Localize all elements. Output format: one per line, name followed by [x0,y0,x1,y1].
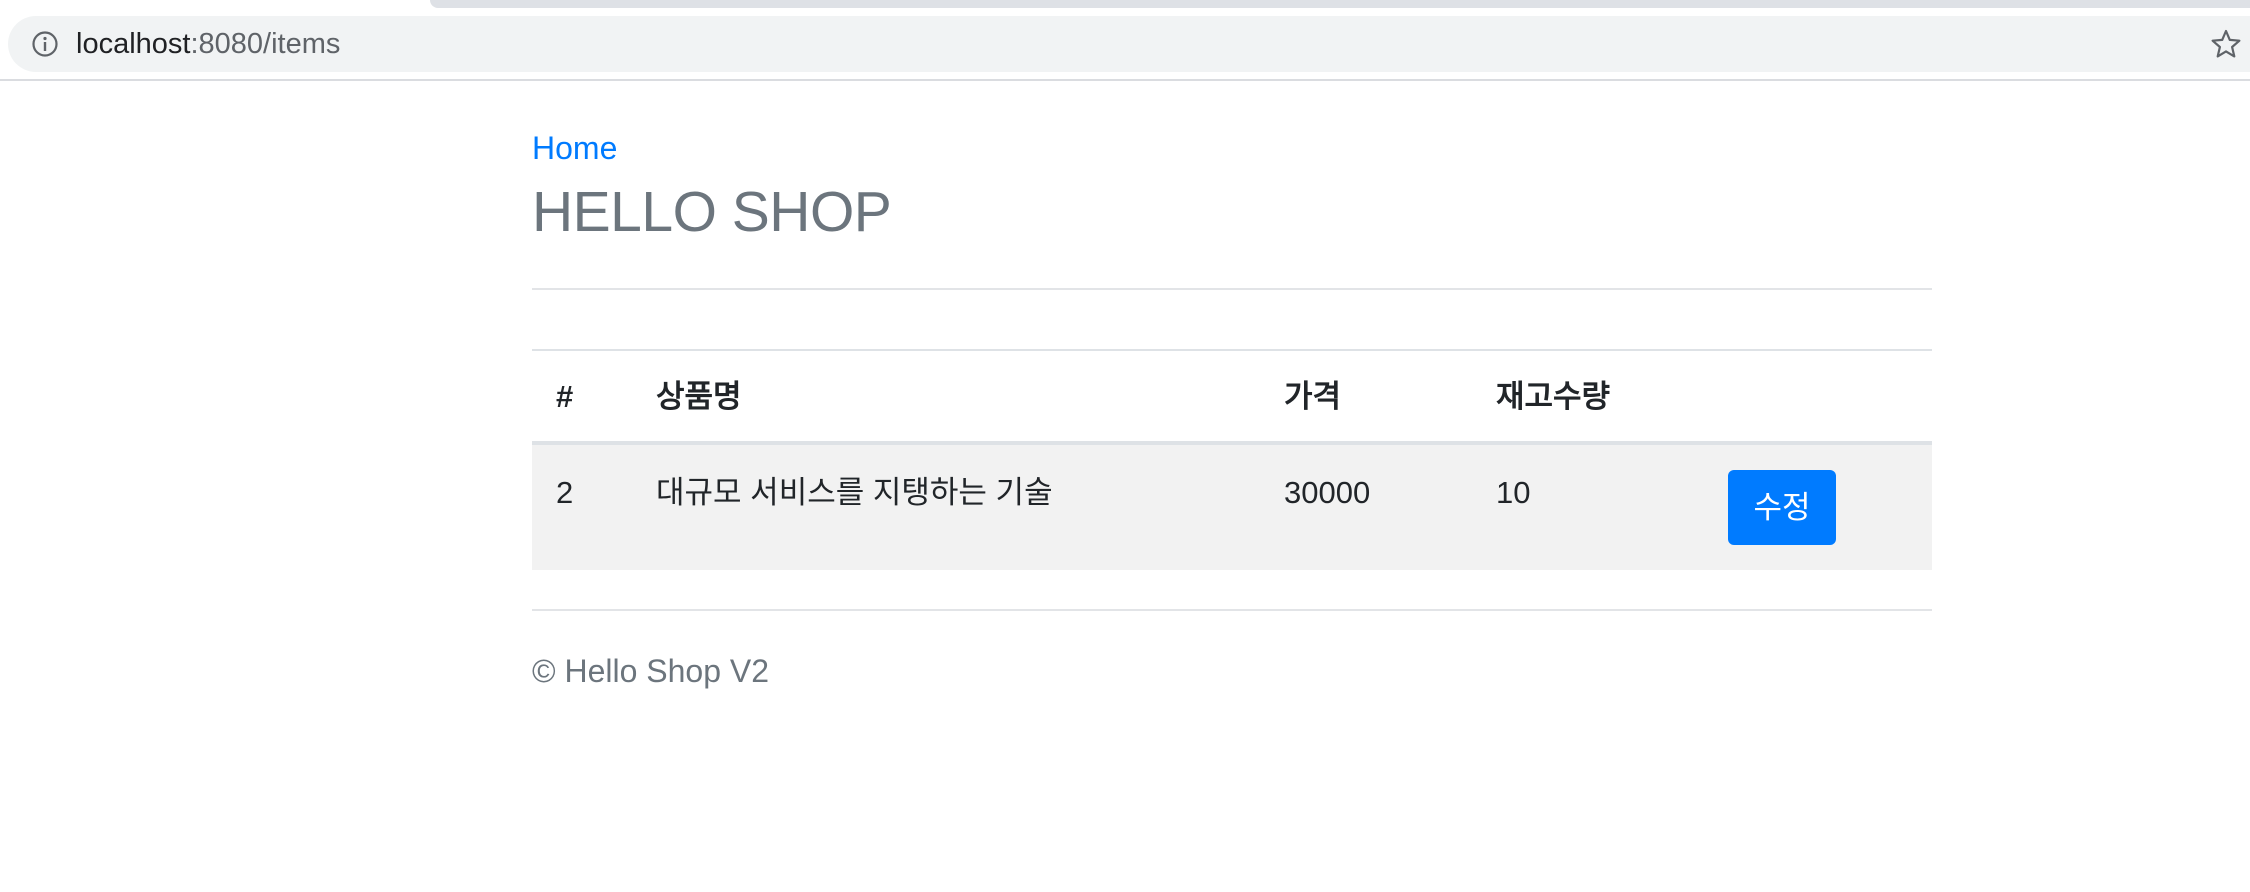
column-header-id: # [556,379,574,414]
item-id: 2 [556,475,574,510]
page-title: HELLO SHOP [532,180,892,244]
footer-divider [532,609,1932,611]
column-header-name: 상품명 [656,379,742,414]
column-header-price: 가격 [1284,379,1342,414]
url-path: :8080/items [190,28,341,60]
address-bar[interactable]: localhost:8080/items [8,16,2250,72]
table-header-row: # 상품명 가격 재고수량 [532,349,1932,445]
header-divider [532,288,1932,290]
home-link[interactable]: Home [532,128,617,168]
browser-chrome: localhost:8080/items [0,0,2250,81]
edit-button[interactable]: 수정 [1728,470,1836,545]
url-host: localhost [76,28,191,60]
info-icon[interactable] [31,30,59,58]
tab-strip-edge [430,0,2250,8]
item-name: 대규모 서비스를 지탱하는 기술 [656,475,1053,510]
footer-copyright: © Hello Shop V2 [532,653,770,689]
star-icon[interactable] [2210,28,2242,60]
item-price: 30000 [1284,475,1371,510]
item-stock: 10 [1496,475,1531,510]
column-header-stock: 재고수량 [1496,379,1611,414]
items-table: # 상품명 가격 재고수량 2 대규모 서비스를 지탱하는 기술 30000 1… [532,349,1932,570]
table-row: 2 대규모 서비스를 지탱하는 기술 30000 10 수정 [532,445,1932,570]
address-url[interactable]: localhost:8080/items [76,27,340,61]
